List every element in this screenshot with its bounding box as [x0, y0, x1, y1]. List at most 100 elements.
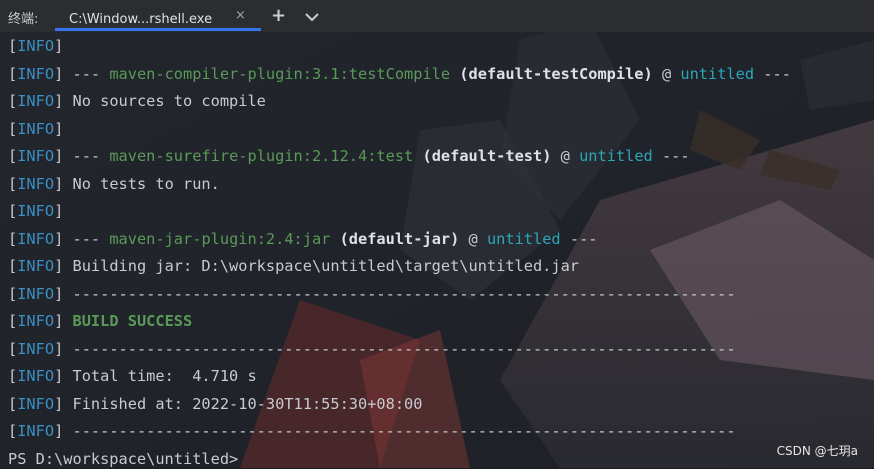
bracket-close: ] [54, 394, 64, 413]
console-line: [INFO] [8, 36, 63, 56]
separator: --- [63, 64, 110, 83]
plugin-name: maven-compiler-plugin:3.1:testCompile [109, 64, 451, 83]
log-level-tag: INFO [17, 312, 55, 330]
plugin-name: maven-jar-plugin:2.4:jar [109, 229, 331, 248]
bracket-open: [ [8, 229, 18, 248]
console-line: [INFO] Total time: 4.710 s [8, 366, 257, 386]
bracket-open: [ [8, 37, 18, 55]
active-tab-indicator [55, 28, 261, 31]
execution-id: (default-testCompile) [459, 64, 653, 83]
console-line: [INFO] --- maven-surefire-plugin:2.12.4:… [8, 146, 690, 166]
bracket-close: ] [54, 174, 64, 193]
console-line: PS D:\workspace\untitled> [8, 449, 238, 469]
bracket-close: ] [54, 92, 64, 110]
bracket-close: ] [54, 367, 64, 385]
bracket-close: ] [54, 257, 64, 275]
at-sign: @ [652, 64, 681, 83]
log-level-tag: INFO [17, 284, 55, 303]
console-line: [INFO] No sources to compile [8, 91, 266, 111]
tab-powershell[interactable]: C:\Window...rshell.exe × [55, 0, 261, 32]
console-line: [INFO] --- maven-compiler-plugin:3.1:tes… [8, 64, 791, 84]
console-line: [INFO] ---------------------------------… [8, 421, 736, 441]
bracket-open: [ [8, 202, 18, 220]
bracket-close: ] [54, 119, 64, 138]
log-level-tag: INFO [17, 394, 55, 413]
console-line: [INFO] Finished at: 2022-10-30T11:55:30+… [8, 394, 422, 414]
log-level-tag: INFO [17, 147, 55, 165]
terminal-tab-bar: 终端: C:\Window...rshell.exe × + [0, 0, 874, 32]
log-message: Building jar: D:\workspace\untitled\targ… [63, 257, 580, 275]
log-level-tag: INFO [17, 367, 55, 385]
bracket-close: ] [54, 64, 64, 83]
log-level-tag: INFO [17, 202, 55, 220]
terminal-panel-title: 终端: [8, 12, 39, 27]
new-tab-button[interactable]: + [271, 5, 286, 26]
bracket-open: [ [8, 394, 18, 413]
tab-label: C:\Window...rshell.exe [69, 12, 213, 27]
bracket-close: ] [54, 339, 64, 358]
bracket-open: [ [8, 64, 18, 83]
execution-id: (default-test) [422, 147, 552, 165]
bracket-open: [ [8, 339, 18, 358]
log-level-tag: INFO [17, 92, 55, 110]
project-name: untitled [579, 147, 653, 165]
build-status: BUILD SUCCESS [72, 312, 193, 330]
separator: --- [652, 147, 690, 165]
log-message: ----------------------------------------… [63, 422, 736, 440]
watermark: CSDN @七玥a [776, 444, 858, 458]
shell-prompt: PS D:\workspace\untitled> [8, 449, 239, 468]
separator: --- [560, 229, 598, 248]
chevron-down-icon[interactable] [304, 9, 320, 23]
console-line: [INFO] Building jar: D:\workspace\untitl… [8, 256, 579, 276]
plugin-name: maven-surefire-plugin:2.12.4:test [109, 147, 414, 165]
console-line: [INFO] No tests to run. [8, 174, 220, 194]
bracket-open: [ [8, 174, 18, 193]
bracket-close: ] [54, 37, 64, 55]
separator: --- [63, 229, 110, 248]
bracket-open: [ [8, 422, 18, 440]
bracket-open: [ [8, 367, 18, 385]
terminal-output[interactable]: [INFO] [INFO] --- maven-compiler-plugin:3… [0, 33, 874, 468]
log-level-tag: INFO [17, 64, 55, 83]
bracket-close: ] [54, 202, 64, 220]
at-sign: @ [551, 147, 580, 165]
console-line: [INFO] [8, 201, 63, 221]
console-line: [INFO] --- maven-jar-plugin:2.4:jar (def… [8, 229, 598, 249]
log-level-tag: INFO [17, 257, 55, 275]
bracket-close: ] [54, 312, 64, 330]
separator: --- [63, 147, 110, 165]
execution-id: (default-jar) [339, 229, 460, 248]
log-message: ----------------------------------------… [63, 284, 736, 303]
log-message: No tests to run. [63, 174, 220, 193]
close-icon[interactable]: × [235, 8, 246, 23]
log-message: Total time: 4.710 s [63, 367, 257, 385]
log-message: Finished at: 2022-10-30T11:55:30+08:00 [63, 394, 423, 413]
log-level-tag: INFO [17, 119, 55, 138]
project-name: untitled [680, 64, 755, 83]
console-line: [INFO] ---------------------------------… [8, 284, 736, 304]
log-level-tag: INFO [17, 339, 55, 358]
log-message: ----------------------------------------… [63, 339, 736, 358]
console-line: [INFO] ---------------------------------… [8, 339, 736, 359]
log-level-tag: INFO [17, 37, 55, 55]
bracket-open: [ [8, 312, 18, 330]
console-line: [INFO] [8, 119, 63, 139]
separator: --- [754, 64, 791, 83]
bracket-open: [ [8, 284, 18, 303]
console-line: [INFO] BUILD SUCCESS [8, 311, 192, 331]
log-level-tag: INFO [17, 422, 55, 440]
log-level-tag: INFO [17, 229, 55, 248]
bracket-close: ] [54, 284, 64, 303]
project-name: untitled [486, 229, 561, 248]
bracket-close: ] [54, 422, 64, 440]
bracket-open: [ [8, 257, 18, 275]
log-message: No sources to compile [63, 92, 266, 110]
bracket-close: ] [54, 229, 64, 248]
bracket-open: [ [8, 147, 18, 165]
at-sign: @ [459, 229, 487, 248]
bracket-open: [ [8, 92, 18, 110]
bracket-close: ] [54, 147, 64, 165]
